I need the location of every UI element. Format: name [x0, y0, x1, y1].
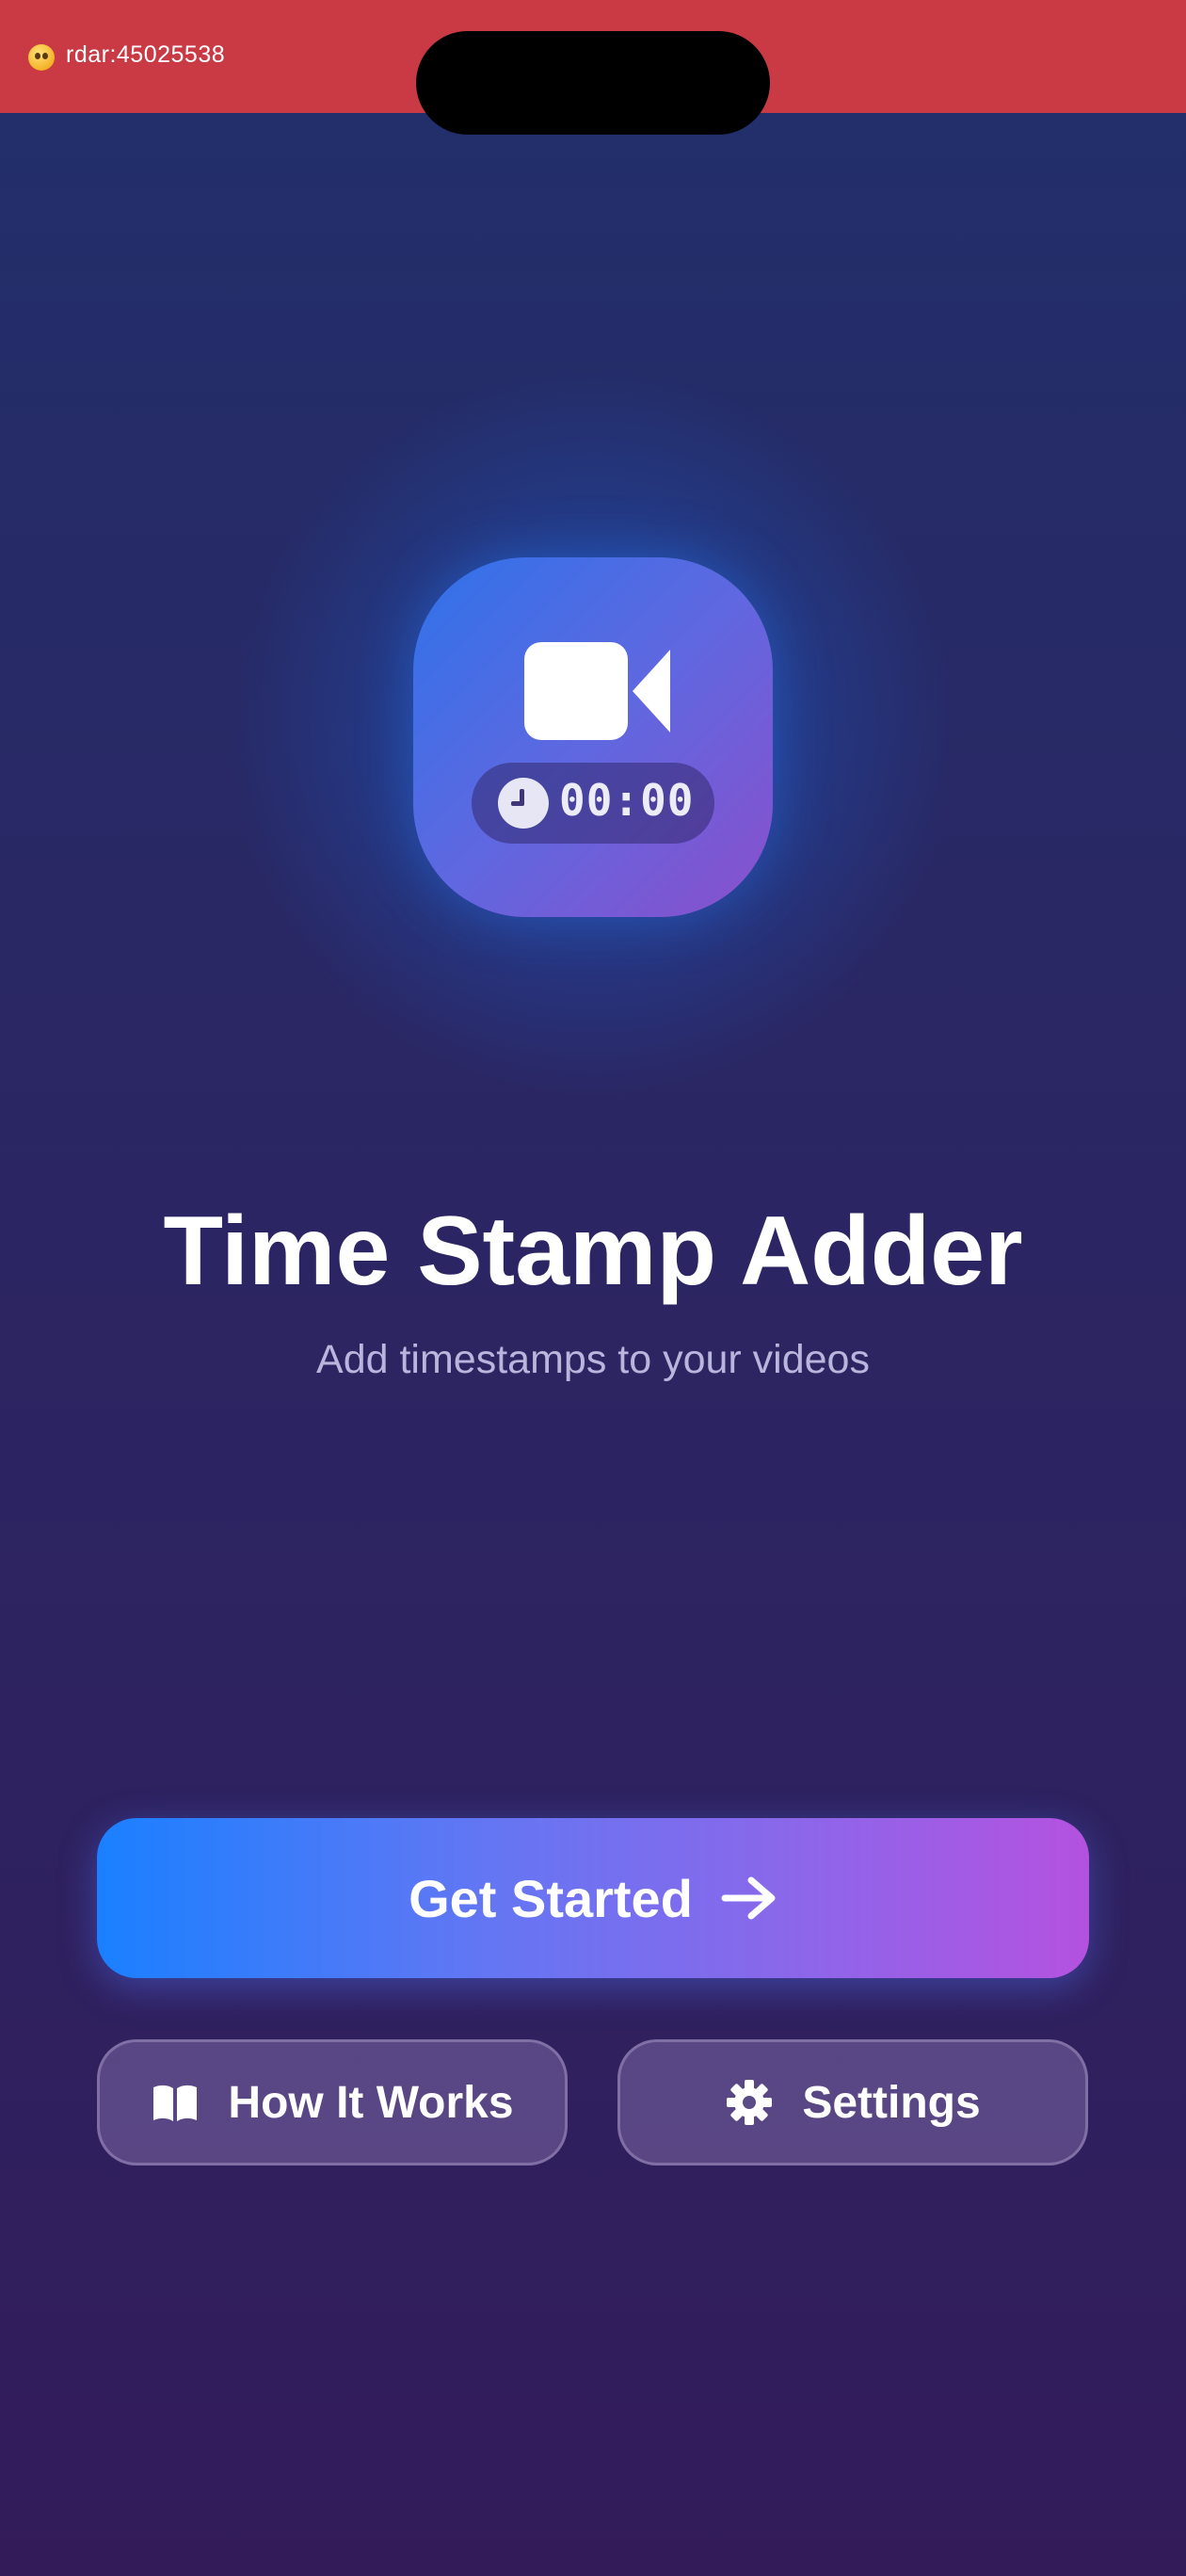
book-open-icon	[153, 2085, 198, 2121]
clock-icon	[498, 778, 549, 829]
flushed-face-emoji-icon	[28, 44, 55, 71]
settings-button[interactable]: Settings	[617, 2039, 1088, 2165]
get-started-label: Get Started	[409, 1868, 693, 1928]
settings-label: Settings	[802, 2077, 981, 2128]
app-title: Time Stamp Adder	[163, 1197, 1023, 1306]
timestamp-display: 00:00	[559, 775, 695, 826]
get-started-button[interactable]: Get Started	[97, 1818, 1089, 1978]
app-icon: 00:00	[413, 557, 773, 917]
how-it-works-button[interactable]: How It Works	[97, 2039, 568, 2165]
video-camera-icon	[524, 642, 628, 740]
how-it-works-label: How It Works	[228, 2077, 514, 2128]
video-camera-lens-icon	[633, 650, 670, 733]
app-subtitle: Add timestamps to your videos	[316, 1337, 870, 1382]
timestamp-pill: 00:00	[472, 763, 714, 844]
gear-icon	[727, 2080, 773, 2125]
status-bar-text: rdar:45025538	[66, 41, 226, 68]
arrow-right-icon	[721, 1876, 776, 1920]
dynamic-island	[416, 31, 770, 135]
